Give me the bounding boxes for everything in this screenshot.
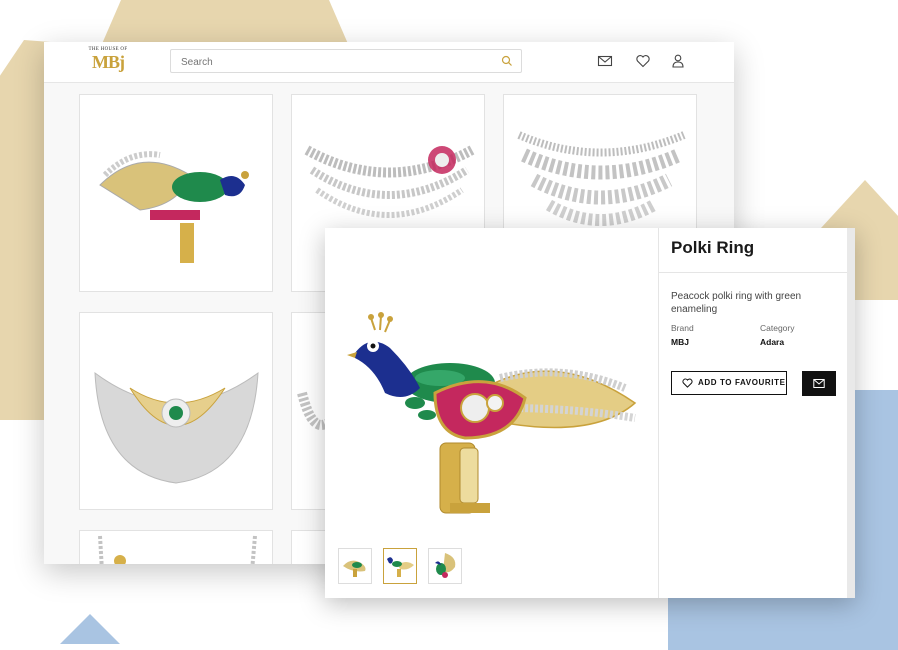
top-navigation: THE HOUSE OF MBj	[44, 42, 734, 83]
heart-icon[interactable]	[635, 53, 651, 69]
thumbnail-3[interactable]	[428, 548, 462, 584]
product-main-image[interactable]	[335, 308, 655, 538]
product-card-emerald-bib-necklace[interactable]	[79, 312, 273, 510]
thumbnail-2[interactable]	[383, 548, 417, 584]
search-box	[170, 49, 522, 73]
add-to-favourite-label: ADD TO FAVOURITE	[698, 378, 786, 387]
search-input[interactable]	[179, 53, 493, 71]
product-title: Polki Ring	[671, 238, 755, 257]
peacock-ring-image	[99, 151, 249, 263]
category-value: Adara	[760, 337, 785, 347]
panel-scrollbar[interactable]	[847, 228, 855, 598]
logo-main-text: MBj	[92, 52, 125, 72]
panel-divider	[658, 228, 659, 598]
enquire-mail-button[interactable]	[802, 371, 836, 396]
brand-logo[interactable]: THE HOUSE OF MBj	[82, 47, 134, 77]
thumbnail-1[interactable]	[338, 548, 372, 584]
product-description: Peacock polki ring with green enameling	[671, 291, 802, 315]
add-to-favourite-button[interactable]: ADD TO FAVOURITE	[671, 371, 787, 395]
thumbnail-peacock-view	[387, 557, 414, 577]
product-card-peacock-ring[interactable]	[79, 94, 273, 292]
thumbnail-front-view	[435, 553, 456, 578]
mail-icon	[813, 379, 825, 388]
title-divider	[659, 272, 847, 273]
search-icon[interactable]	[501, 55, 513, 67]
mail-icon[interactable]	[597, 53, 613, 69]
heart-icon	[682, 378, 693, 388]
category-label: Category	[760, 323, 795, 333]
thumbnail-side-view	[343, 560, 366, 577]
brand-label: Brand	[671, 323, 694, 333]
user-icon[interactable]	[670, 53, 686, 69]
product-card-long-necklace[interactable]	[79, 530, 273, 564]
emerald-necklace-image	[94, 371, 259, 484]
product-detail-panel: Polki Ring Peacock polki ring with green…	[325, 228, 855, 598]
brand-value: MBJ	[671, 337, 689, 347]
long-necklace-image	[98, 535, 257, 564]
